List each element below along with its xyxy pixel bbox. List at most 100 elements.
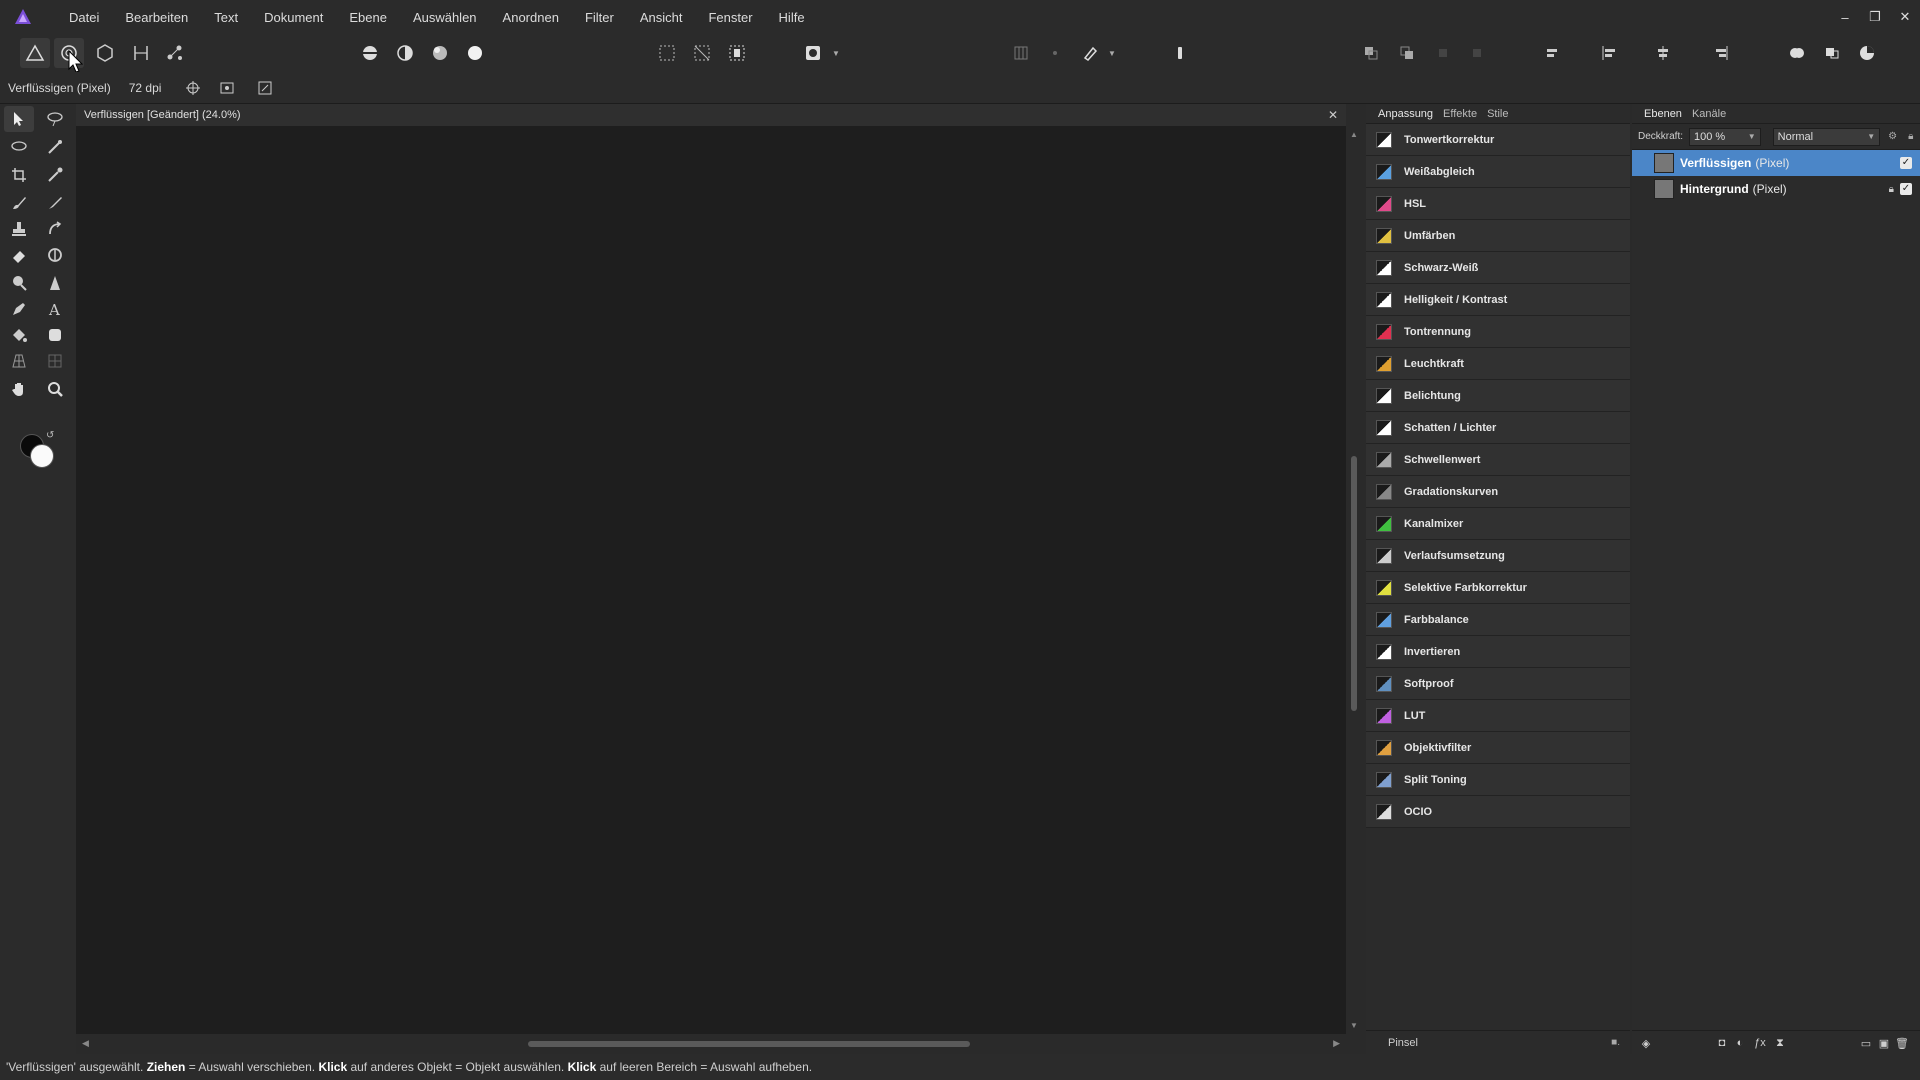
scroll-down-icon[interactable]: ▼ xyxy=(1350,1021,1358,1030)
add-adjustment-icon[interactable]: ◐ xyxy=(1732,1035,1748,1051)
canvas[interactable] xyxy=(76,126,1346,1034)
add-effect-icon[interactable]: ƒx xyxy=(1752,1035,1768,1051)
adjustment-item[interactable]: Kanalmixer xyxy=(1366,508,1630,540)
hand-tool-icon[interactable] xyxy=(4,376,34,402)
selection-brush-tool-icon[interactable] xyxy=(40,106,70,132)
eraser-tool-icon[interactable] xyxy=(4,242,34,268)
photo-persona-icon[interactable] xyxy=(20,38,50,68)
pixel-brush-tool-icon[interactable] xyxy=(40,190,70,216)
mesh-warp-tool-icon[interactable] xyxy=(4,348,34,374)
lock-icon[interactable]: 🔒︎ xyxy=(1908,131,1920,143)
horizontal-scroll-thumb[interactable] xyxy=(528,1041,970,1047)
transform-objects-icon[interactable] xyxy=(213,76,241,100)
boolean-add-icon[interactable] xyxy=(1782,38,1812,68)
assistant-icon[interactable] xyxy=(1165,38,1195,68)
adjustment-item[interactable]: Tontrennung xyxy=(1366,316,1630,348)
snapping-options-icon[interactable] xyxy=(1040,38,1070,68)
text-tool-icon[interactable]: A xyxy=(40,296,70,322)
sharpen-tool-icon[interactable] xyxy=(40,270,70,296)
dodge-tool-icon[interactable] xyxy=(4,270,34,296)
menu-text[interactable]: Text xyxy=(201,10,251,25)
adjustment-item[interactable]: HSL xyxy=(1366,188,1630,220)
adjustment-item[interactable]: Farbbalance xyxy=(1366,604,1630,636)
layer-visibility-checkbox[interactable]: ✓ xyxy=(1900,157,1912,169)
panel-menu-icon[interactable]: ■. xyxy=(1611,1037,1620,1048)
crop-tool-icon[interactable] xyxy=(4,162,34,188)
horizontal-scrollbar[interactable]: ◀ ▶ xyxy=(76,1034,1346,1054)
adjustment-item[interactable]: Leuchtkraft xyxy=(1366,348,1630,380)
arrange-back-icon[interactable] xyxy=(1462,38,1492,68)
gear-icon[interactable]: ⚙ xyxy=(1888,131,1900,143)
menu-filter[interactable]: Filter xyxy=(572,10,627,25)
add-layer-icon[interactable]: ▣ xyxy=(1876,1035,1892,1051)
add-live-filter-icon[interactable]: ⧗ xyxy=(1772,1035,1788,1051)
opacity-field[interactable]: 100 % ▼ xyxy=(1689,127,1761,146)
tab-effekte[interactable]: Effekte xyxy=(1443,108,1477,120)
auto-white-balance-icon[interactable] xyxy=(460,38,490,68)
adjustment-item[interactable]: Tonwertkorrektur xyxy=(1366,124,1630,156)
add-mask-icon[interactable]: ◘ xyxy=(1714,1035,1730,1051)
boolean-intersect-icon[interactable] xyxy=(1852,38,1882,68)
layer-visibility-checkbox[interactable]: ✓ xyxy=(1900,183,1912,195)
close-document-icon[interactable]: ✕ xyxy=(1328,108,1338,122)
layer-row[interactable]: Hintergrund (Pixel) 🔒︎ ✓ xyxy=(1632,176,1920,202)
paint-brush-tool-icon[interactable] xyxy=(4,190,34,216)
snap-to-pixel-icon[interactable] xyxy=(251,76,279,100)
adjustment-item[interactable]: Schwarz-Weiß xyxy=(1366,252,1630,284)
adjustment-item[interactable]: Umfärben xyxy=(1366,220,1630,252)
transform-origin-icon[interactable] xyxy=(179,76,207,100)
clone-stamp-tool-icon[interactable] xyxy=(4,216,34,242)
tab-stile[interactable]: Stile xyxy=(1487,108,1508,120)
adjustment-item[interactable]: Objektivfilter xyxy=(1366,732,1630,764)
layer-options-icon[interactable]: ◈ xyxy=(1638,1035,1654,1051)
scroll-right-icon[interactable]: ▶ xyxy=(1333,1038,1340,1049)
develop-persona-icon[interactable] xyxy=(90,38,120,68)
fill-tool-icon[interactable] xyxy=(4,322,34,348)
secondary-color-swatch[interactable] xyxy=(30,444,54,468)
color-picker-tool-icon[interactable] xyxy=(40,162,70,188)
menu-fenster[interactable]: Fenster xyxy=(695,10,765,25)
vertical-scrollbar[interactable]: ▲ ▼ xyxy=(1346,126,1362,1034)
snapping-grid-icon[interactable] xyxy=(1006,38,1036,68)
color-swatches[interactable]: ↺ xyxy=(18,430,58,470)
invert-selection-icon[interactable] xyxy=(722,38,752,68)
select-all-icon[interactable] xyxy=(652,38,682,68)
adjustment-item[interactable]: Schatten / Lichter xyxy=(1366,412,1630,444)
adjustment-item[interactable]: Verlaufsumsetzung xyxy=(1366,540,1630,572)
menu-bearbeiten[interactable]: Bearbeiten xyxy=(112,10,201,25)
opacity-dropdown-icon[interactable]: ▼ xyxy=(1748,132,1756,141)
perspective-tool-icon[interactable] xyxy=(40,348,70,374)
tab-ebenen[interactable]: Ebenen xyxy=(1644,108,1682,120)
undo-brush-tool-icon[interactable] xyxy=(40,216,70,242)
adjustment-item[interactable]: Helligkeit / Kontrast xyxy=(1366,284,1630,316)
menu-anordnen[interactable]: Anordnen xyxy=(490,10,572,25)
adjustment-item[interactable]: Selektive Farbkorrektur xyxy=(1366,572,1630,604)
menu-auswaehlen[interactable]: Auswählen xyxy=(400,10,490,25)
export-persona-icon[interactable] xyxy=(160,38,190,68)
adjustment-item[interactable]: Schwellenwert xyxy=(1366,444,1630,476)
quick-mask-dropdown-icon[interactable]: ▼ xyxy=(832,38,840,68)
swap-colors-icon[interactable]: ↺ xyxy=(46,430,54,441)
deselect-icon[interactable] xyxy=(687,38,717,68)
snapping-dropdown-icon[interactable]: ▼ xyxy=(1108,38,1116,68)
align-center-icon[interactable] xyxy=(1594,38,1624,68)
auto-levels-icon[interactable] xyxy=(355,38,385,68)
blend-mode-select[interactable]: Normal ▼ xyxy=(1772,127,1881,146)
add-group-icon[interactable]: ▭ xyxy=(1858,1035,1874,1051)
adjustment-item[interactable]: Gradationskurven xyxy=(1366,476,1630,508)
adjustment-item[interactable]: Invertieren xyxy=(1366,636,1630,668)
tone-mapping-persona-icon[interactable] xyxy=(126,38,156,68)
move-tool-icon[interactable] xyxy=(4,106,34,132)
quick-mask-icon[interactable] xyxy=(798,38,828,68)
adjustment-item[interactable]: OCIO xyxy=(1366,796,1630,828)
align-left-icon[interactable] xyxy=(1538,38,1568,68)
boolean-subtract-icon[interactable] xyxy=(1817,38,1847,68)
tab-kanaele[interactable]: Kanäle xyxy=(1692,108,1726,120)
tab-anpassung[interactable]: Anpassung xyxy=(1378,108,1433,120)
blend-mode-dropdown-icon[interactable]: ▼ xyxy=(1867,132,1875,141)
document-tab[interactable]: Verflüssigen [Geändert] (24.0%) ✕ xyxy=(76,104,1346,126)
adjustment-item[interactable]: Belichtung xyxy=(1366,380,1630,412)
flood-select-tool-icon[interactable] xyxy=(40,134,70,160)
layer-row[interactable]: Verflüssigen (Pixel) ✓ xyxy=(1632,150,1920,176)
menu-hilfe[interactable]: Hilfe xyxy=(766,10,818,25)
